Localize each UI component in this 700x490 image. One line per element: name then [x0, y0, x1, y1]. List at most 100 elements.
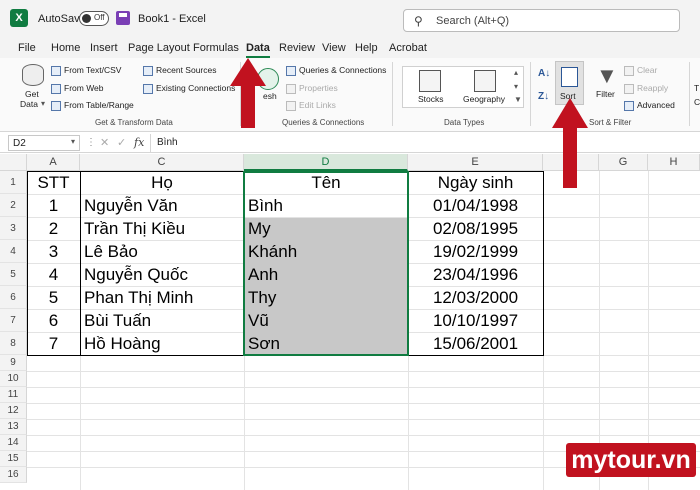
text-file-icon [51, 65, 61, 76]
title-bar: X AutoSave Off Book1 - Excel ⚲ Search (A… [0, 0, 700, 38]
edit-links-icon [286, 100, 296, 111]
grid-line [27, 371, 700, 372]
name-box[interactable]: D2 ▾ [8, 135, 80, 151]
geography-button[interactable]: Geography [463, 94, 505, 104]
formula-input[interactable]: Bình [150, 134, 695, 152]
advanced-filter-icon [624, 100, 634, 111]
from-web-button[interactable]: From Web [51, 83, 104, 94]
save-icon[interactable] [116, 11, 130, 25]
grid-line [27, 403, 700, 404]
tab-insert[interactable]: Insert [90, 42, 118, 54]
cancel-icon[interactable]: ✕ [100, 136, 109, 149]
queries-connections-button[interactable]: Queries & Connections [286, 65, 386, 76]
stocks-icon [419, 70, 441, 92]
properties-icon [286, 83, 296, 94]
geography-icon [474, 70, 496, 92]
advanced-button[interactable]: Advanced [624, 100, 675, 111]
from-text-csv-button[interactable]: From Text/CSV [51, 65, 121, 76]
tab-view[interactable]: View [322, 42, 346, 54]
tab-home[interactable]: Home [51, 42, 80, 54]
grid-line [27, 419, 700, 420]
edit-links-button[interactable]: Edit Links [286, 100, 336, 111]
row-header[interactable]: 7 [0, 309, 27, 332]
recent-sources-label: Recent Sources [156, 65, 217, 75]
ribbon-separator [689, 62, 690, 126]
gallery-up-icon[interactable]: ▴ [514, 68, 518, 77]
queries-connections-label: Queries & Connections [299, 65, 387, 75]
sort-a-to-z-icon[interactable]: A↓ [538, 68, 550, 79]
grid-line [27, 435, 700, 436]
row-header[interactable]: 3 [0, 217, 27, 240]
column-header-g[interactable]: G [599, 154, 648, 171]
row-header[interactable]: 11 [0, 387, 27, 403]
filter-button[interactable]: Filter [596, 89, 615, 99]
row-header[interactable]: 9 [0, 355, 27, 371]
recent-sources-button[interactable]: Recent Sources [143, 65, 216, 76]
select-all-corner[interactable] [0, 154, 27, 171]
clear-button[interactable]: Clear [624, 65, 657, 76]
formula-bar: D2 ▾ ⋮ ✕ ✓ fx Bình [0, 133, 700, 153]
ribbon-edge-letter-t: T [694, 83, 700, 93]
row-header[interactable]: 12 [0, 403, 27, 419]
existing-connections-button[interactable]: Existing Connections [143, 83, 235, 94]
row-header[interactable]: 1 [0, 171, 27, 194]
column-header-e[interactable]: E [408, 154, 543, 171]
column-header-d[interactable]: D [244, 154, 408, 171]
insert-function-icon[interactable]: fx [134, 136, 144, 149]
group-sort-filter: Sort & Filter [589, 118, 632, 127]
advanced-label: Advanced [637, 100, 675, 110]
from-table-range-button[interactable]: From Table/Range [51, 100, 134, 111]
autosave-toggle[interactable]: Off [79, 11, 109, 26]
row-header[interactable]: 16 [0, 467, 27, 483]
row-header[interactable]: 4 [0, 240, 27, 263]
row-header[interactable]: 15 [0, 451, 27, 467]
tab-acrobat[interactable]: Acrobat [389, 42, 427, 54]
worksheet-grid[interactable]: A C D E G H 1 2 3 4 5 6 7 8 9 10 11 12 1… [0, 154, 700, 490]
group-data-types: Data Types [444, 118, 485, 127]
properties-label: Properties [299, 83, 338, 93]
stocks-button[interactable]: Stocks [418, 94, 444, 104]
row-header[interactable]: 2 [0, 194, 27, 217]
enter-icon[interactable]: ✓ [117, 136, 126, 149]
row-header[interactable]: 14 [0, 435, 27, 451]
ribbon-separator [530, 62, 531, 126]
column-header-a[interactable]: A [27, 154, 80, 171]
row-header[interactable]: 13 [0, 419, 27, 435]
filter-icon: ▼ [596, 63, 618, 88]
reapply-icon [624, 83, 634, 94]
get-data-label1[interactable]: Get [25, 89, 39, 99]
gallery-more-icon[interactable]: ▼ [514, 95, 522, 104]
excel-logo-icon: X [10, 9, 28, 27]
row-header[interactable]: 10 [0, 371, 27, 387]
row-header[interactable]: 8 [0, 332, 27, 355]
from-table-range-label: From Table/Range [64, 100, 134, 110]
chevron-down-icon: ▾ [70, 137, 75, 146]
row-header[interactable]: 5 [0, 263, 27, 286]
gallery-down-icon[interactable]: ▾ [514, 82, 518, 91]
sort-z-to-a-icon[interactable]: Z↓ [538, 91, 549, 102]
column-header-c[interactable]: C [80, 154, 244, 171]
tab-data[interactable]: Data [246, 42, 270, 58]
search-icon: ⚲ [414, 14, 423, 28]
tab-help[interactable]: Help [355, 42, 378, 54]
document-title: Book1 - Excel [138, 13, 206, 25]
tab-page-layout[interactable]: Page Layout [128, 42, 190, 54]
tab-file[interactable]: File [18, 42, 36, 54]
ribbon-tabs: File Home Insert Page Layout Formulas Da… [0, 38, 700, 58]
name-box-value: D2 [13, 138, 26, 149]
sort-dialog-icon [561, 67, 578, 87]
mytour-watermark: mytour.vn [566, 443, 696, 477]
tab-formulas[interactable]: Formulas [193, 42, 239, 54]
edit-links-label: Edit Links [299, 100, 336, 110]
reapply-button[interactable]: Reapply [624, 83, 668, 94]
column-header-h[interactable]: H [648, 154, 700, 171]
tab-review[interactable]: Review [279, 42, 315, 54]
row-header[interactable]: 6 [0, 286, 27, 309]
search-box[interactable]: ⚲ Search (Alt+Q) [403, 9, 680, 32]
existing-connections-label: Existing Connections [156, 83, 236, 93]
group-get-transform: Get & Transform Data [95, 118, 173, 127]
more-icon: ⋮ [86, 137, 96, 148]
get-data-label2[interactable]: Data [20, 99, 38, 109]
properties-button[interactable]: Properties [286, 83, 338, 94]
cell-selection [243, 171, 409, 356]
